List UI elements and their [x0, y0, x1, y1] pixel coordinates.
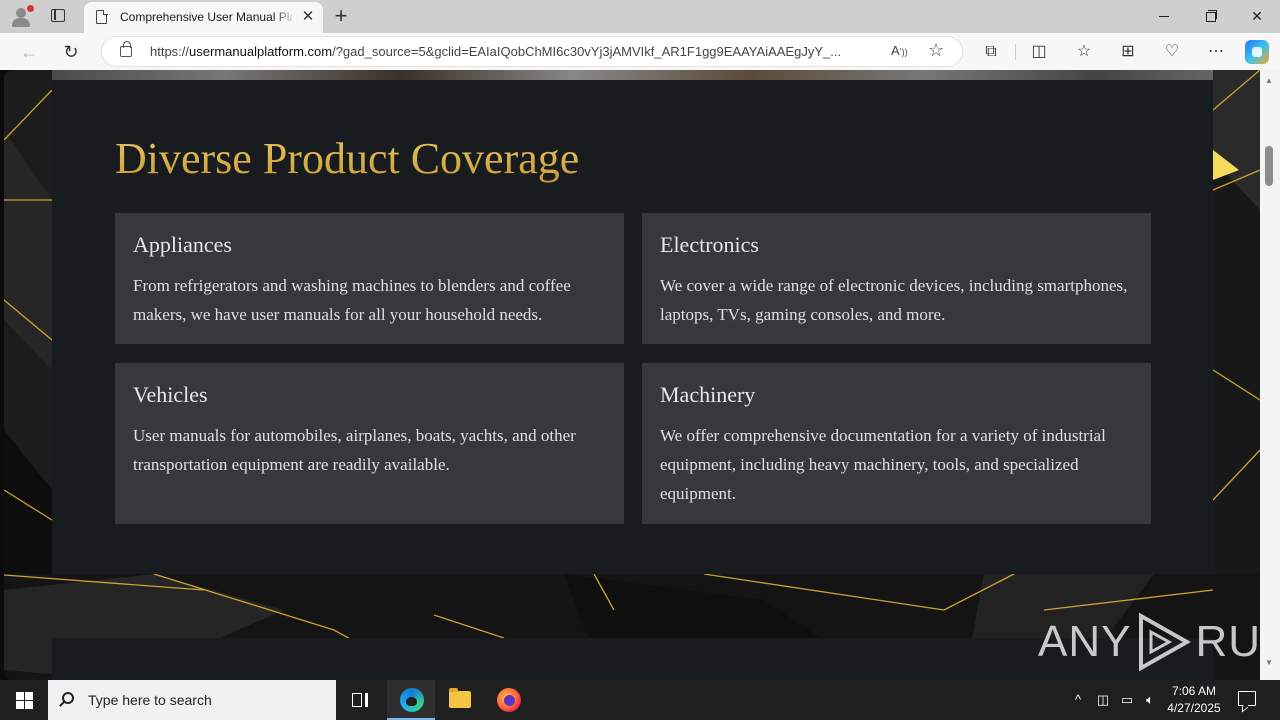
close-window-button[interactable]: ✕ [1234, 0, 1280, 32]
firefox-icon[interactable] [484, 680, 532, 720]
new-tab-button[interactable]: + [331, 5, 351, 27]
task-view-icon[interactable] [336, 680, 384, 720]
url-text[interactable]: https://usermanualplatform.com/?gad_sour… [150, 44, 880, 59]
back-arrow-icon[interactable]: ← [16, 39, 42, 65]
search-icon [62, 692, 74, 704]
vertical-scrollbar[interactable]: ▲ ▼ [1260, 70, 1280, 680]
anyrun-watermark: ANY RUN [1038, 610, 1280, 674]
file-explorer-icon[interactable] [436, 680, 484, 720]
page-document-icon [96, 9, 108, 24]
active-tab[interactable]: Comprehensive User Manual Platform ✕ [84, 2, 323, 33]
product-coverage-section: Diverse Product Coverage Appliances From… [52, 80, 1213, 574]
card-title: Machinery [660, 382, 756, 407]
profile-avatar-icon[interactable] [8, 5, 34, 29]
edge-taskbar-icon[interactable] [387, 680, 435, 720]
clock-date: 4/27/2025 [1167, 701, 1221, 715]
card-vehicles: Vehicles User manuals for automobiles, a… [115, 363, 624, 524]
page-viewport: Diverse Product Coverage Appliances From… [0, 70, 1280, 680]
card-text: From refrigerators and washing machines … [133, 276, 571, 324]
windows-start-icon[interactable] [0, 680, 48, 720]
notification-center-icon[interactable] [1238, 691, 1256, 706]
taskbar-search-box[interactable]: Type here to search [48, 680, 336, 720]
network-icon[interactable]: ▭ [1116, 680, 1138, 720]
address-bar[interactable]: https://usermanualplatform.com/?gad_sour… [101, 36, 963, 67]
play-logo-icon [1139, 612, 1192, 672]
browser-essentials-icon[interactable]: ♡ [1160, 40, 1184, 64]
notification-dot-icon [27, 5, 34, 12]
copilot-icon[interactable] [1245, 40, 1269, 64]
card-electronics: Electronics We cover a wide range of ele… [642, 213, 1151, 344]
hero-image-strip [52, 70, 1213, 80]
lock-icon[interactable] [120, 41, 132, 57]
favorites-icon[interactable]: ☆ [1072, 40, 1096, 64]
tray-app-icon[interactable]: ◫ [1093, 680, 1113, 720]
tab-title: Comprehensive User Manual Platform [120, 10, 292, 24]
tab-actions-icon[interactable] [48, 7, 70, 25]
search-placeholder: Type here to search [88, 692, 212, 708]
scroll-thumb[interactable] [1265, 146, 1273, 186]
card-machinery: Machinery We offer comprehensive documen… [642, 363, 1151, 524]
clock-time: 7:06 AM [1171, 684, 1217, 698]
read-aloud-icon[interactable]: Aʼ)) [891, 43, 908, 58]
reload-icon[interactable]: ↻ [58, 39, 84, 65]
extensions-icon[interactable]: ⧉ [979, 40, 1003, 64]
card-text: User manuals for automobiles, airplanes,… [133, 426, 576, 474]
card-appliances: Appliances From refrigerators and washin… [115, 213, 624, 344]
restore-button[interactable] [1187, 0, 1233, 32]
scroll-up-icon[interactable]: ▲ [1265, 76, 1273, 85]
volume-icon[interactable]: 🔈︎ [1140, 680, 1160, 720]
tray-overflow-chevron-icon[interactable]: ^ [1068, 680, 1088, 720]
close-tab-icon[interactable]: ✕ [299, 8, 317, 26]
collections-icon[interactable]: ⊞ [1116, 40, 1140, 64]
section-heading: Diverse Product Coverage [115, 134, 580, 183]
taskbar-clock[interactable]: 7:06 AM 4/27/2025 [1160, 683, 1228, 717]
card-text: We offer comprehensive documentation for… [660, 426, 1106, 503]
watermark-left-text: ANY [1038, 617, 1132, 666]
scroll-down-icon[interactable]: ▼ [1265, 658, 1273, 667]
card-title: Vehicles [133, 382, 208, 407]
card-title: Appliances [133, 232, 232, 257]
more-menu-icon[interactable]: ⋯ [1204, 40, 1228, 64]
windows-taskbar: Type here to search ^ ◫ ▭ 🔈︎ 7:06 AM 4/2… [0, 680, 1280, 720]
card-title: Electronics [660, 232, 759, 257]
favorite-star-icon[interactable]: ☆ [928, 40, 944, 61]
browser-toolbar: ← ↻ https://usermanualplatform.com/?gad_… [0, 33, 1280, 70]
tab-bar: Comprehensive User Manual Platform ✕ + ✕ [0, 0, 1280, 33]
minimize-button[interactable] [1141, 0, 1187, 32]
split-screen-icon[interactable]: ◫ [1027, 40, 1051, 64]
card-text: We cover a wide range of electronic devi… [660, 276, 1128, 324]
